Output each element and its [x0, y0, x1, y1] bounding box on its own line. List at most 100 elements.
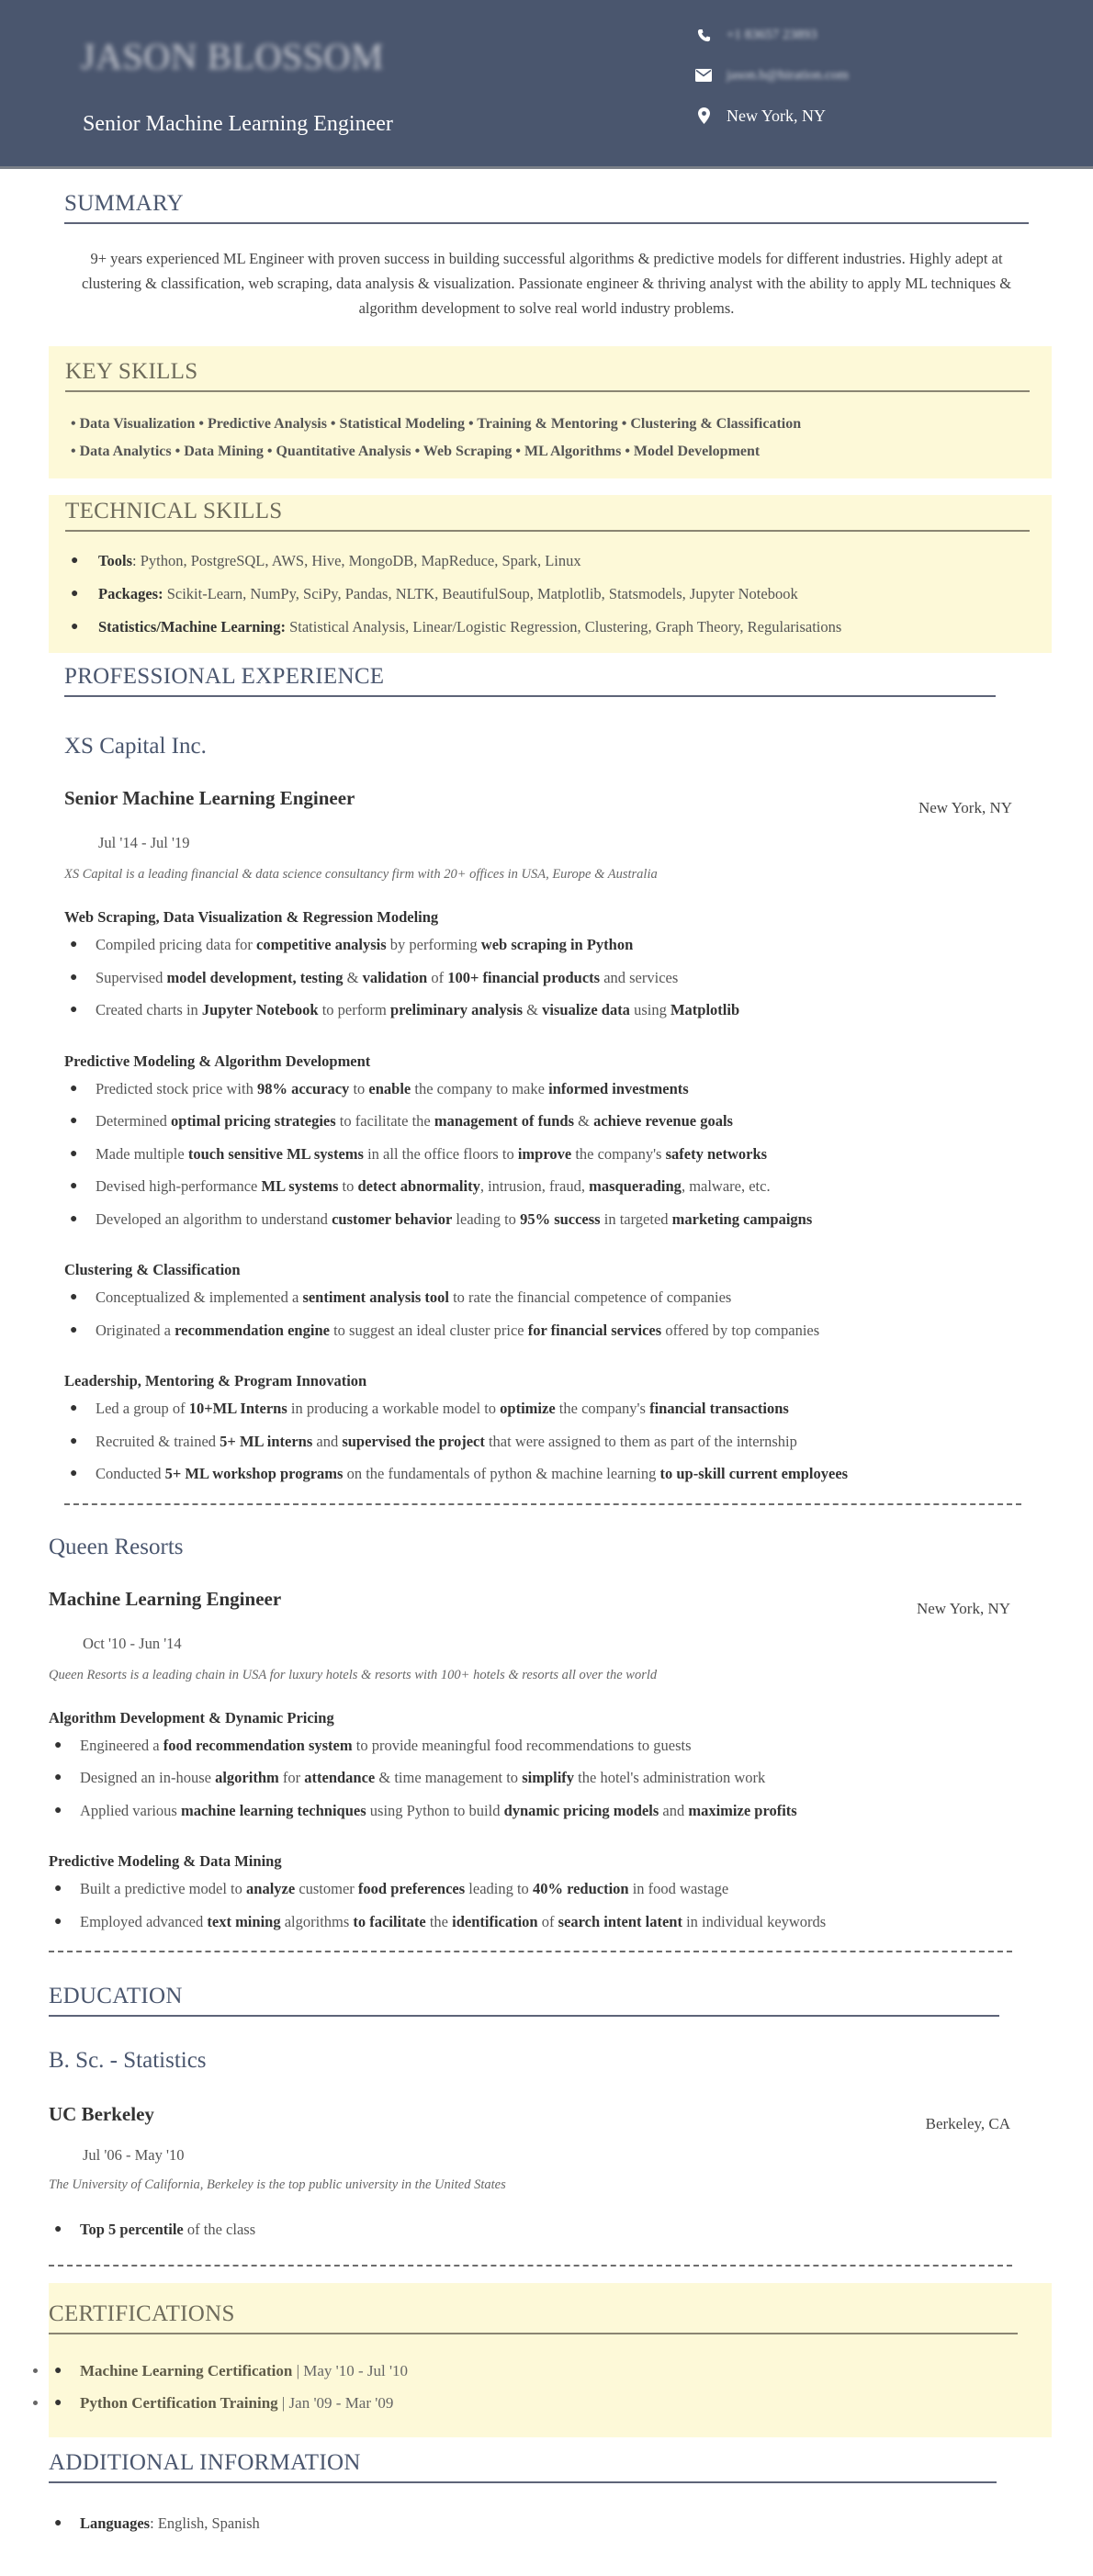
bold-text: Packages:	[98, 585, 163, 602]
bold-text: customer behavior	[332, 1210, 452, 1228]
text: Scikit-Learn, NumPy, SciPy, Pandas, NLTK…	[163, 585, 798, 602]
company-description: XS Capital is a leading financial & data…	[64, 867, 1012, 883]
key-skills-section: KEY SKILLS • Data Visualization • Predic…	[49, 346, 1052, 478]
responsibility-list: ●Built a predictive model to analyze cus…	[49, 1873, 1010, 1938]
text: to perform	[319, 1001, 390, 1018]
text: Applied various	[80, 1802, 181, 1819]
bold-text: to up-skill current employees	[660, 1465, 849, 1482]
job-dates: Oct '10 - Jun '14	[83, 1635, 1010, 1653]
text: in all the office floors to	[364, 1145, 518, 1163]
list-item: ●Machine Learning Certification | May '1…	[49, 2355, 1031, 2387]
phone-icon	[695, 27, 712, 43]
text: Designed an in-house	[80, 1769, 215, 1786]
bullet-icon: ●	[54, 1761, 62, 1794]
text: the hotel's administration work	[574, 1769, 765, 1786]
responsibility-heading: Predictive Modeling & Algorithm Developm…	[64, 1052, 1012, 1071]
text: the company's	[571, 1145, 665, 1163]
text: Statistical Analysis, Linear/Logistic Re…	[286, 618, 841, 636]
contact-email: jason.b@hiration.com	[695, 64, 849, 86]
responsibility-heading: Predictive Modeling & Data Mining	[49, 1852, 1010, 1871]
technical-skills-heading: TECHNICAL SKILLS	[65, 499, 1030, 532]
text: : English, Spanish	[150, 2514, 260, 2532]
list-item: ●Led a group of 10+ML Interns in produci…	[64, 1392, 1012, 1425]
bold-text: validation	[363, 969, 428, 986]
bold-text: safety networks	[666, 1145, 767, 1163]
bold-text: preliminary analysis	[390, 1001, 523, 1018]
resume-header: JASON BLOSSOM Senior Machine Learning En…	[0, 0, 1093, 169]
bold-text: identification	[452, 1913, 538, 1930]
company-name: XS Capital Inc.	[64, 734, 1012, 759]
education-dates: Jul '06 - May '10	[83, 2146, 1010, 2165]
text: & time management to	[375, 1769, 522, 1786]
list-item: ●Languages: English, Spanish	[49, 2507, 1010, 2540]
job-title: Machine Learning Engineer	[49, 1588, 281, 1611]
bullet-icon: ●	[70, 962, 77, 995]
education-bullets: ●Top 5 percentile of the class	[49, 2213, 1010, 2246]
text: &	[343, 969, 362, 986]
bold-text: masquerading	[589, 1177, 682, 1195]
text: Created charts in	[96, 1001, 202, 1018]
divider	[49, 1951, 1012, 1952]
bullet-icon: ●	[70, 1425, 77, 1458]
responsibility-list: ●Conceptualized & implemented a sentimen…	[64, 1281, 1012, 1346]
responsibility-list: ●Engineered a food recommendation system…	[49, 1729, 1010, 1828]
education-heading: EDUCATION	[49, 1984, 999, 2017]
bullet-icon: ●	[70, 1314, 77, 1347]
text: to facilitate the	[336, 1112, 434, 1130]
bullet-icon: ●	[54, 2213, 62, 2246]
text: &	[523, 1001, 542, 1018]
divider	[49, 2265, 1012, 2267]
text: to	[349, 1080, 368, 1097]
bold-text: for financial services	[528, 1322, 661, 1339]
bullet-icon: ●	[71, 578, 78, 611]
bold-text: informed investments	[548, 1080, 689, 1097]
text: Originated a	[96, 1322, 175, 1339]
bold-text: Matplotlib	[670, 1001, 739, 1018]
text: of	[538, 1913, 558, 1930]
phone-number[interactable]: +1 83657 23893	[727, 28, 817, 43]
bullet-icon: ●	[70, 1281, 77, 1314]
bullet-icon: ●	[54, 1906, 62, 1939]
bold-text: dynamic pricing models	[504, 1802, 659, 1819]
text: and	[312, 1433, 342, 1450]
list-item: ●Determined optimal pricing strategies t…	[64, 1105, 1012, 1138]
text: in producing a workable model to	[287, 1400, 500, 1417]
text: Devised high-performance	[96, 1177, 262, 1195]
bold-text: Jupyter Notebook	[202, 1001, 319, 1018]
bold-text: optimize	[500, 1400, 555, 1417]
candidate-role: Senior Machine Learning Engineer	[83, 112, 393, 137]
list-item: ●Engineered a food recommendation system…	[49, 1729, 1010, 1762]
bold-text: sentiment analysis tool	[302, 1288, 449, 1306]
responsibility-heading: Leadership, Mentoring & Program Innovati…	[64, 1372, 1012, 1390]
experience-heading: PROFESSIONAL EXPERIENCE	[64, 664, 996, 697]
text: | May '10 - Jul '10	[292, 2362, 408, 2379]
text: of	[427, 969, 447, 986]
map-pin-icon	[695, 107, 712, 124]
list-item: ●Python Certification Training | Jan '09…	[49, 2387, 1031, 2419]
bold-text: food preferences	[358, 1880, 465, 1897]
summary-heading: SUMMARY	[64, 191, 1029, 224]
list-item: ●Compiled pricing data for competitive a…	[64, 928, 1012, 962]
job-entry: XS Capital Inc.Senior Machine Learning E…	[64, 734, 1012, 1490]
bullet-icon: ●	[54, 1729, 62, 1762]
bold-text: simplify	[522, 1769, 574, 1786]
school-name: UC Berkeley	[49, 2103, 154, 2126]
list-item: ●Originated a recommendation engine to s…	[64, 1314, 1012, 1347]
bold-text: 40% reduction	[533, 1880, 629, 1897]
text: to provide meaningful food recommendatio…	[353, 1737, 692, 1754]
bullet-icon: ●	[54, 1794, 62, 1828]
bold-text: 5+ ML interns	[220, 1433, 312, 1450]
email-address[interactable]: jason.b@hiration.com	[727, 68, 849, 84]
text: in targeted	[601, 1210, 672, 1228]
text: Employed advanced	[80, 1913, 207, 1930]
contact-info: +1 83657 23893 jason.b@hiration.com New …	[695, 24, 849, 145]
additional-heading: ADDITIONAL INFORMATION	[49, 2450, 997, 2483]
text: of the class	[184, 2221, 255, 2238]
text: , intrusion, fraud,	[480, 1177, 589, 1195]
text: Built a predictive model to	[80, 1880, 246, 1897]
bullet-icon: ●	[70, 1170, 77, 1203]
bold-text: Python Certification Training	[80, 2394, 278, 2412]
list-item: ●Tools: Python, PostgreSQL, AWS, Hive, M…	[65, 545, 1030, 578]
bold-text: 98% accuracy	[257, 1080, 349, 1097]
bold-text: search intent latent	[558, 1913, 682, 1930]
